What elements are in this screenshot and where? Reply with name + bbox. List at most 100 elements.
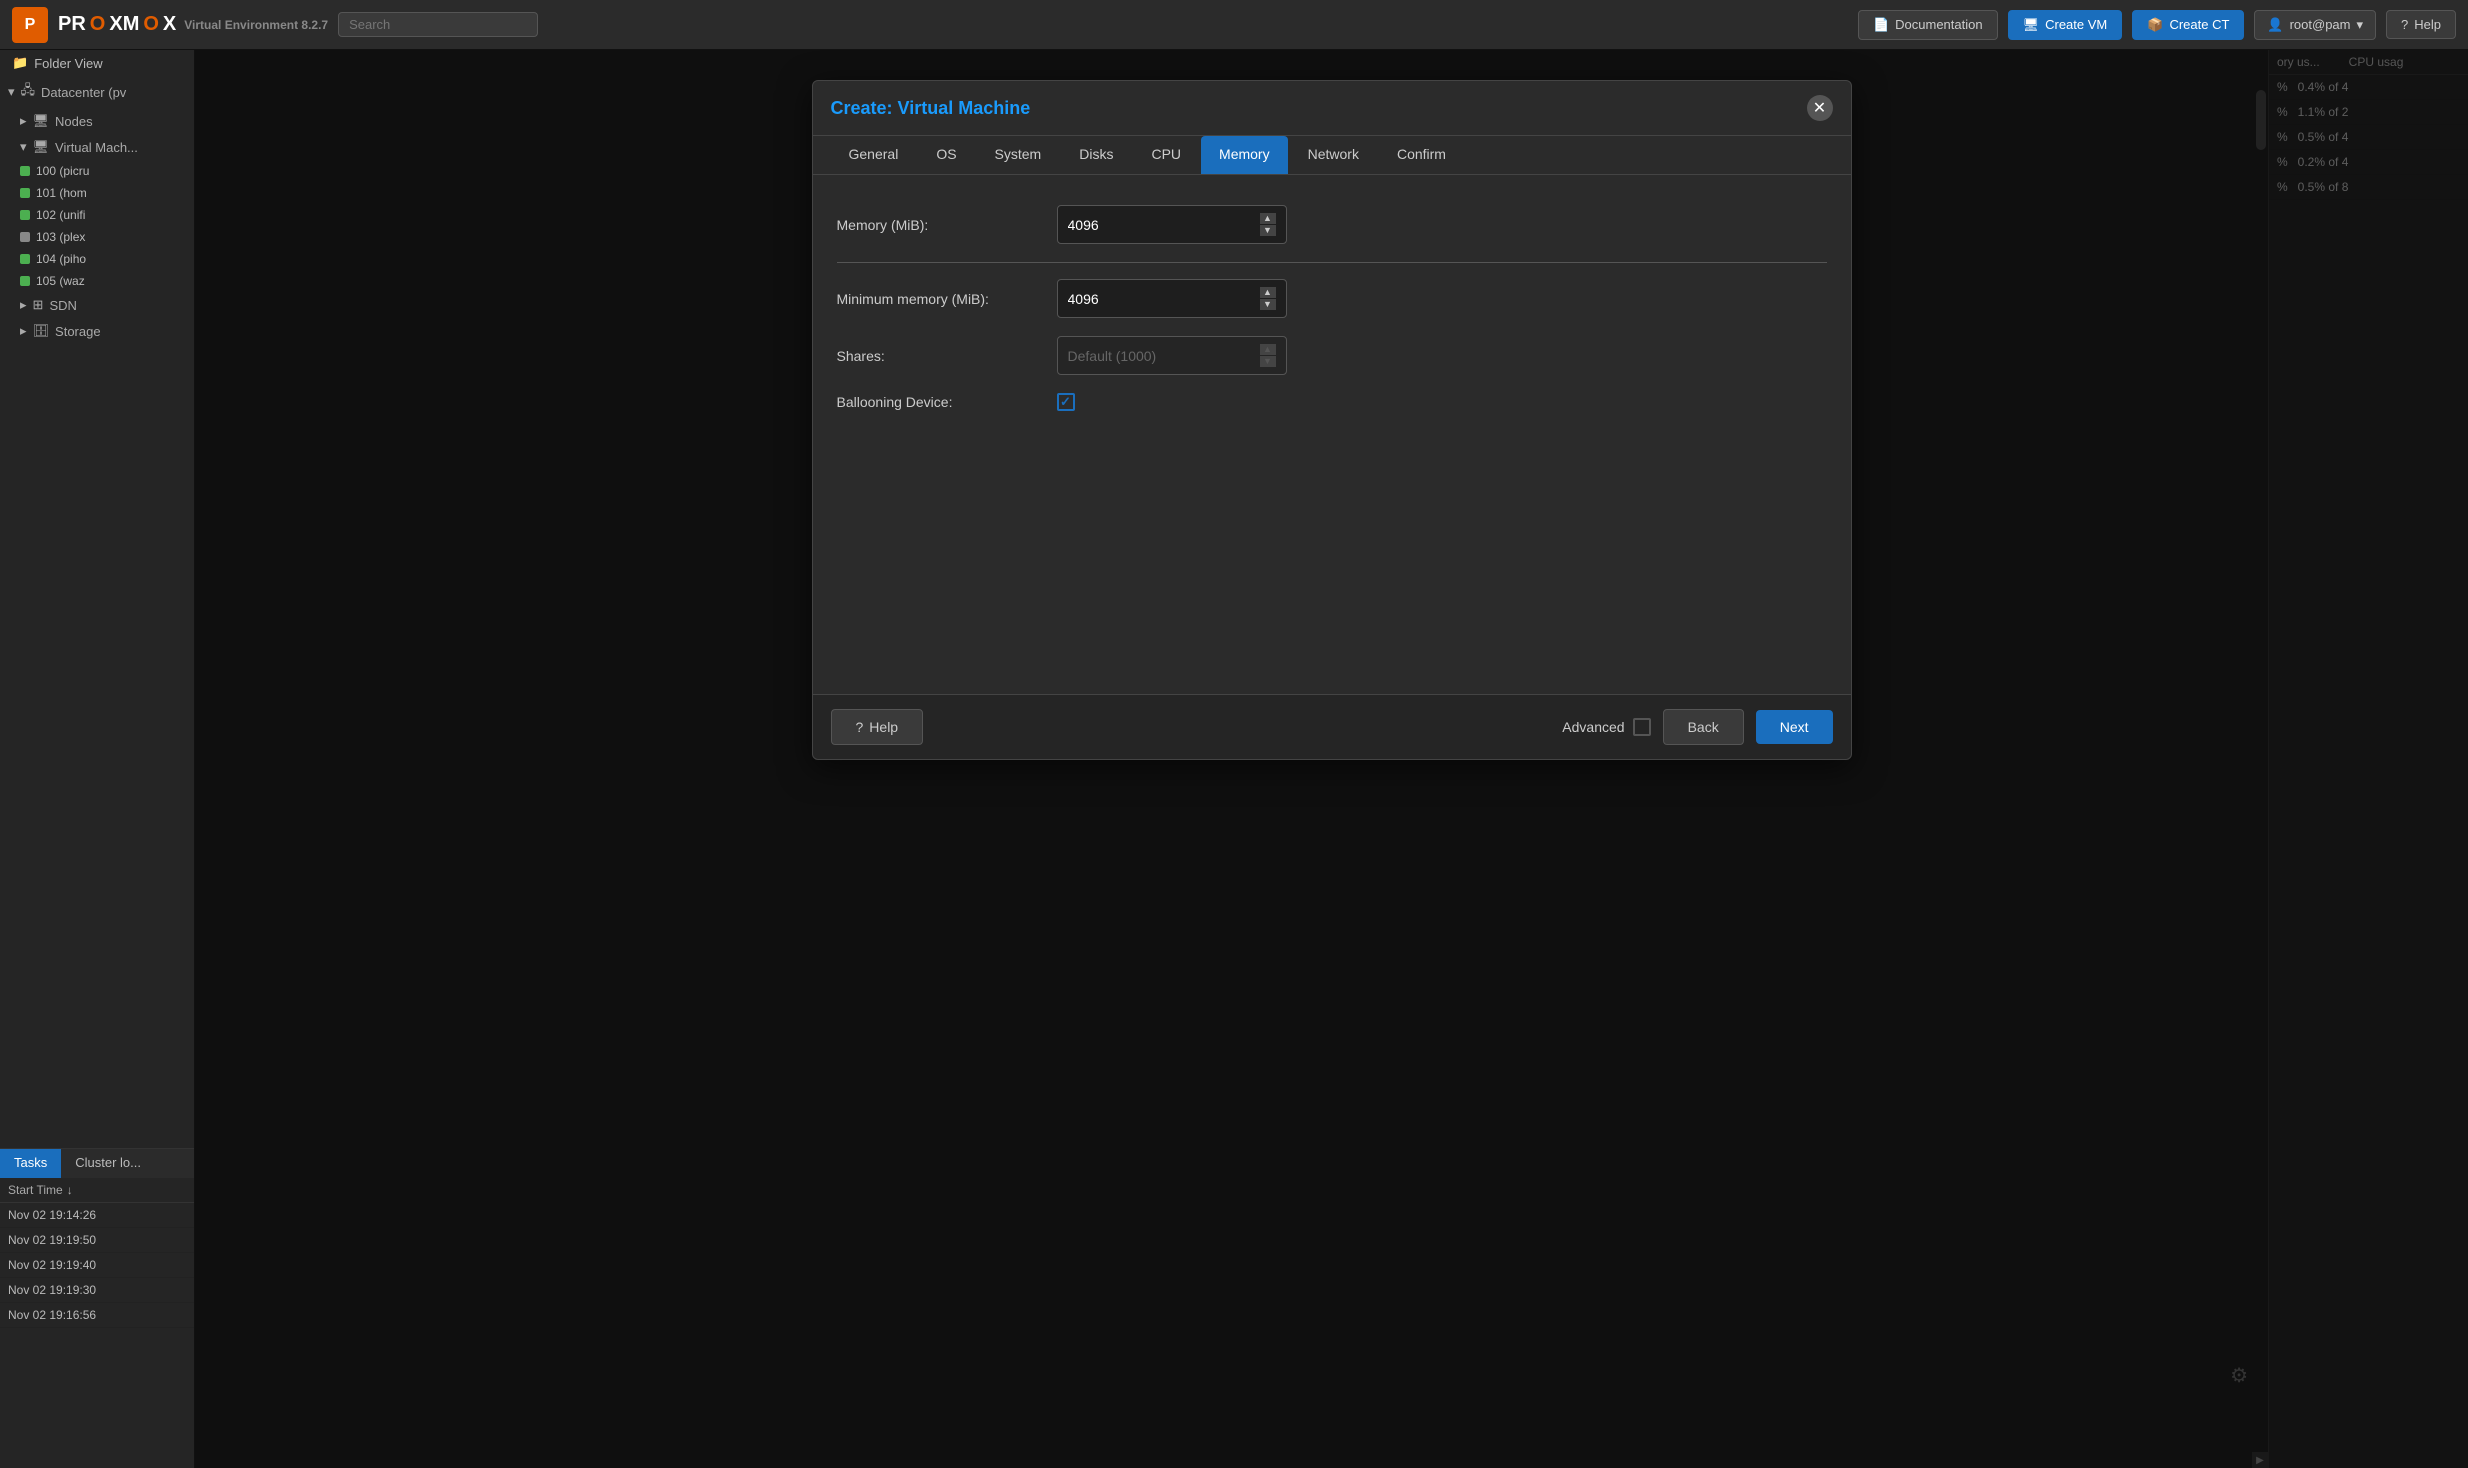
ballooning-row: Ballooning Device:: [837, 393, 1827, 411]
modal-body: Memory (MiB): ▲ ▼ Minimum memory (MiB):: [813, 175, 1851, 694]
modal-footer: ? Help Advanced Back Next: [813, 694, 1851, 759]
sidebar: 📁 Folder View ▾ 🖧 Datacenter (pv ▸ 🖥 Nod…: [0, 50, 195, 1468]
cluster-log-tab[interactable]: Cluster lo...: [61, 1149, 155, 1178]
tab-system[interactable]: System: [977, 136, 1060, 174]
memory-decrement[interactable]: ▼: [1260, 225, 1276, 236]
modal-header: Create: Virtual Machine ✕: [813, 81, 1851, 136]
modal-overlay: Create: Virtual Machine ✕ General OS Sys…: [195, 50, 2468, 1468]
container-icon: 📦: [2147, 17, 2163, 33]
back-button[interactable]: Back: [1663, 709, 1744, 745]
chevron-down-icon: ▾: [2356, 17, 2363, 33]
tab-confirm[interactable]: Confirm: [1379, 136, 1464, 174]
app-logo: P PROXMOX Virtual Environment 8.2.7: [12, 7, 328, 43]
advanced-checkbox[interactable]: [1633, 718, 1651, 736]
memory-spinner[interactable]: ▲ ▼: [1260, 213, 1276, 236]
sidebar-folder-view[interactable]: 📁 Folder View: [0, 50, 194, 76]
tasks-tab[interactable]: Tasks: [0, 1149, 61, 1178]
vm-item-100[interactable]: 100 (picru: [0, 160, 194, 182]
vm-item-105[interactable]: 105 (waz: [0, 270, 194, 292]
tab-network[interactable]: Network: [1290, 136, 1377, 174]
ballooning-checkbox[interactable]: [1057, 393, 1075, 411]
tab-general[interactable]: General: [831, 136, 917, 174]
search-input[interactable]: [338, 12, 538, 37]
shares-decrement[interactable]: ▼: [1260, 356, 1276, 367]
create-vm-button[interactable]: 🖥 Create VM: [2008, 10, 2123, 40]
ballooning-checkbox-container[interactable]: [1057, 393, 1075, 411]
modal-close-button[interactable]: ✕: [1807, 95, 1833, 121]
folder-icon: 📁: [12, 55, 28, 71]
start-time-column-header[interactable]: Start Time ↓: [0, 1178, 194, 1203]
vm-status-dot: [20, 276, 30, 286]
grid-icon: ⊞: [33, 297, 44, 313]
documentation-button[interactable]: 📄 Documentation: [1858, 10, 1998, 40]
shares-input-wrapper[interactable]: Default (1000) ▲ ▼: [1057, 336, 1287, 375]
question-circle-icon: ?: [856, 719, 864, 735]
version-text: Virtual Environment 8.2.7: [184, 18, 328, 32]
shares-row: Shares: Default (1000) ▲ ▼: [837, 336, 1827, 375]
vm-item-104[interactable]: 104 (piho: [0, 248, 194, 270]
tab-memory[interactable]: Memory: [1201, 136, 1288, 174]
help-button[interactable]: ? Help: [831, 709, 924, 745]
min-memory-spinner[interactable]: ▲ ▼: [1260, 287, 1276, 310]
sidebar-sdn[interactable]: ▸ ⊞ SDN: [0, 292, 194, 318]
next-button[interactable]: Next: [1756, 710, 1833, 744]
form-divider: [837, 262, 1827, 263]
memory-increment[interactable]: ▲: [1260, 213, 1276, 224]
min-memory-input[interactable]: [1068, 291, 1248, 307]
bottom-tab-row: Tasks Cluster lo...: [0, 1149, 194, 1178]
advanced-row: Advanced: [1562, 718, 1650, 736]
create-ct-button[interactable]: 📦 Create CT: [2132, 10, 2244, 40]
memory-input-wrapper[interactable]: ▲ ▼: [1057, 205, 1287, 244]
question-icon: ?: [2401, 17, 2408, 32]
chevron-right-icon: ▸: [20, 113, 27, 129]
shares-increment[interactable]: ▲: [1260, 344, 1276, 355]
shares-placeholder: Default (1000): [1068, 348, 1157, 364]
sidebar-top: 📁 Folder View ▾ 🖧 Datacenter (pv ▸ 🖥 Nod…: [0, 50, 194, 1148]
chevron-right-icon: ▸: [20, 297, 27, 313]
footer-right: Advanced Back Next: [1562, 709, 1832, 745]
sidebar-datacenter[interactable]: ▾ 🖧 Datacenter (pv: [0, 76, 194, 108]
vm-status-dot: [20, 166, 30, 176]
help-button[interactable]: ? Help: [2386, 10, 2456, 39]
min-memory-input-wrapper[interactable]: ▲ ▼: [1057, 279, 1287, 318]
sidebar-bottom-panel: Tasks Cluster lo... Start Time ↓ Nov 02 …: [0, 1148, 194, 1468]
tab-disks[interactable]: Disks: [1061, 136, 1131, 174]
storage-icon: 🗄: [33, 323, 50, 339]
footer-left: ? Help: [831, 709, 924, 745]
task-row-3: Nov 02 19:19:40: [0, 1253, 194, 1278]
task-row-1: Nov 02 19:14:26: [0, 1203, 194, 1228]
vm-item-103[interactable]: 103 (plex: [0, 226, 194, 248]
doc-icon: 📄: [1873, 17, 1889, 33]
min-memory-increment[interactable]: ▲: [1260, 287, 1276, 298]
sidebar-nodes[interactable]: ▸ 🖥 Nodes: [0, 108, 194, 134]
task-row-4: Nov 02 19:19:30: [0, 1278, 194, 1303]
vm-item-102[interactable]: 102 (unifi: [0, 204, 194, 226]
vm-status-dot: [20, 210, 30, 220]
monitor-icon: 🖥: [2023, 17, 2040, 33]
tab-cpu[interactable]: CPU: [1133, 136, 1199, 174]
tab-os[interactable]: OS: [918, 136, 974, 174]
logo-icon: P: [12, 7, 48, 43]
vm-item-101[interactable]: 101 (hom: [0, 182, 194, 204]
shares-label: Shares:: [837, 348, 1057, 364]
memory-label: Memory (MiB):: [837, 217, 1057, 233]
sidebar-storage[interactable]: ▸ 🗄 Storage: [0, 318, 194, 344]
sidebar-virtual-machines[interactable]: ▾ 🖥 Virtual Mach...: [0, 134, 194, 160]
memory-row: Memory (MiB): ▲ ▼: [837, 205, 1827, 244]
main-layout: 📁 Folder View ▾ 🖧 Datacenter (pv ▸ 🖥 Nod…: [0, 50, 2468, 1468]
server-icon: 🖥: [33, 113, 50, 129]
modal-title: Create: Virtual Machine: [831, 98, 1031, 119]
chevron-right-icon: ▸: [20, 323, 27, 339]
chevron-down-icon: ▾: [20, 139, 27, 155]
vm-status-dot: [20, 232, 30, 242]
memory-input[interactable]: [1068, 217, 1248, 233]
min-memory-row: Minimum memory (MiB): ▲ ▼: [837, 279, 1827, 318]
chevron-down-icon: ▾: [8, 84, 15, 100]
shares-spinner[interactable]: ▲ ▼: [1260, 344, 1276, 367]
ballooning-label: Ballooning Device:: [837, 394, 1057, 410]
min-memory-decrement[interactable]: ▼: [1260, 299, 1276, 310]
task-row-5: Nov 02 19:16:56: [0, 1303, 194, 1328]
user-menu[interactable]: 👤 root@pam ▾: [2254, 10, 2376, 40]
datacenter-icon: 🖧: [21, 81, 36, 103]
task-row-2: Nov 02 19:19:50: [0, 1228, 194, 1253]
